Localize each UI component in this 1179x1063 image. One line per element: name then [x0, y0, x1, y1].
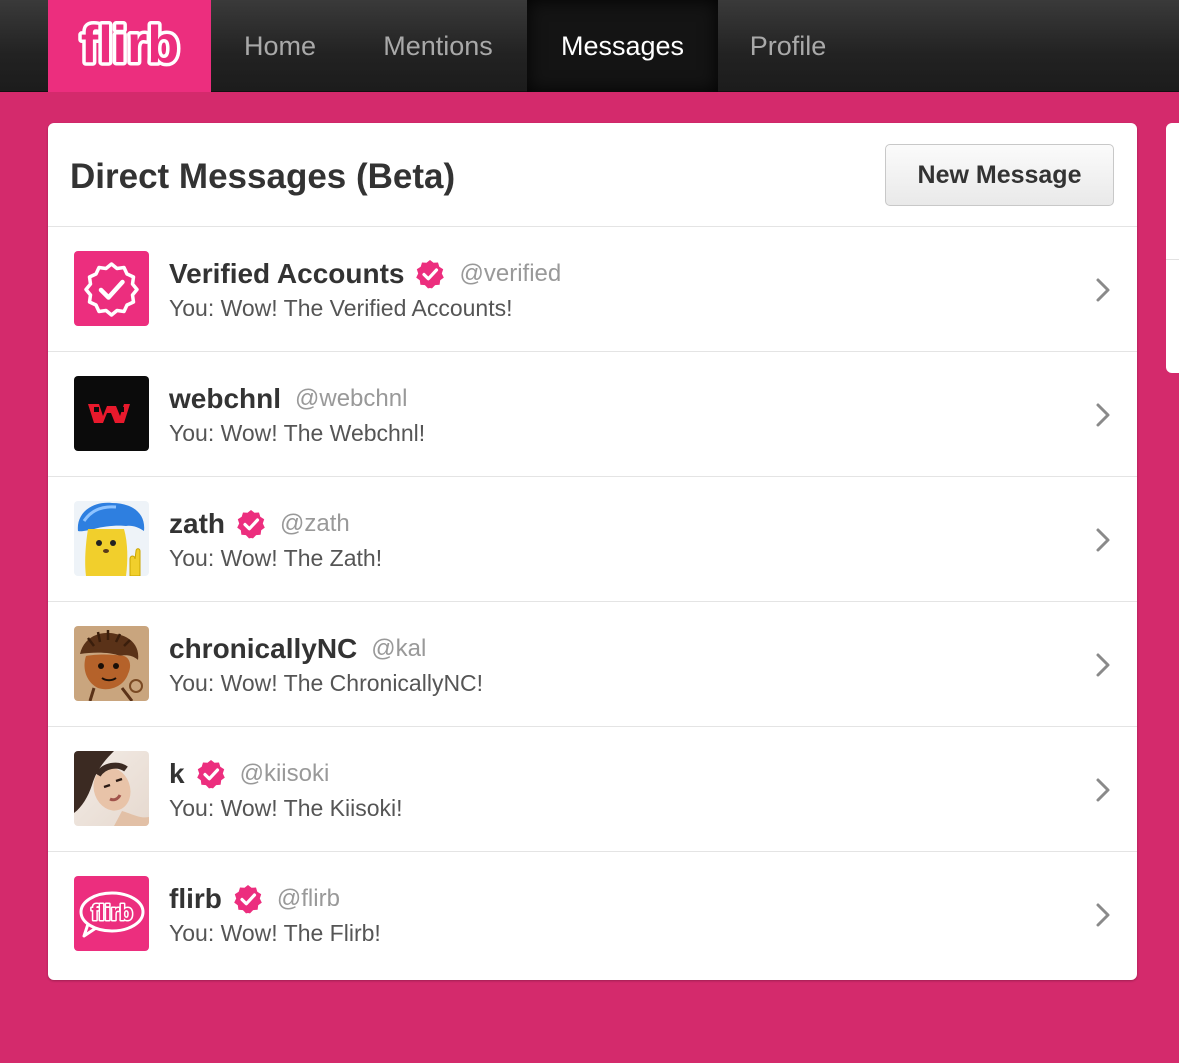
chevron-right-icon — [1096, 278, 1110, 302]
svg-text:flirb: flirb — [91, 900, 133, 925]
name-line: chronicallyNC @kal — [169, 632, 426, 666]
message-preview: You: Wow! The Verified Accounts! — [169, 295, 513, 321]
conversation-handle: @webchnl — [295, 385, 408, 412]
name-line: zath @zath — [169, 507, 350, 541]
verified-badge-icon — [196, 759, 226, 789]
name-line: flirb @flirb — [169, 882, 340, 916]
chevron-right-icon — [1096, 653, 1110, 677]
conversation-name: Verified Accounts — [169, 258, 405, 289]
name-line: Verified Accounts @verified — [169, 257, 561, 291]
avatar — [74, 376, 149, 451]
conversation-row[interactable]: webchnl @webchnl You: Wow! The Webchnl! — [48, 352, 1137, 477]
chevron-right-icon — [1096, 528, 1110, 552]
conversation-row[interactable]: zath @zath You: Wow! The Zath! — [48, 477, 1137, 602]
conversation-handle: @kiisoki — [239, 760, 330, 787]
verified-badge-icon — [233, 884, 263, 914]
message-preview: You: Wow! The Flirb! — [169, 920, 381, 946]
conversation-row[interactable]: Verified Accounts @verified You: Wow! Th… — [48, 227, 1137, 352]
side-panel — [1166, 123, 1179, 373]
avatar: flirb flirb — [74, 876, 149, 951]
conversation-handle: @flirb — [276, 885, 340, 912]
flirb-logo-icon: flirb flirb — [77, 16, 182, 76]
avatar — [74, 751, 149, 826]
direct-messages-panel: Direct Messages (Beta) New Message Verif… — [48, 123, 1137, 980]
svg-text:flirb: flirb — [80, 16, 178, 74]
nav-profile[interactable]: Profile — [718, 0, 858, 92]
conversation-name: chronicallyNC — [169, 633, 358, 664]
new-message-button[interactable]: New Message — [885, 144, 1114, 206]
conversation-handle: @verified — [459, 260, 562, 287]
conversation-row[interactable]: chronicallyNC @kal You: Wow! The Chronic… — [48, 602, 1137, 727]
conversation-row[interactable]: k @kiisoki You: Wow! The Kiisoki! — [48, 727, 1137, 852]
conversation-name: k — [169, 758, 185, 789]
verified-badge-icon — [415, 259, 445, 289]
side-panel-divider — [1166, 259, 1179, 260]
conversation-handle: @kal — [371, 635, 427, 662]
avatar — [74, 501, 149, 576]
top-nav-bar: flirb flirb Home Mentions Messages Profi… — [0, 0, 1179, 92]
chevron-right-icon — [1096, 403, 1110, 427]
flirb-logo[interactable]: flirb flirb — [48, 0, 211, 92]
nav-mentions[interactable]: Mentions — [349, 0, 527, 92]
chevron-right-icon — [1096, 903, 1110, 927]
verified-badge-icon — [236, 509, 266, 539]
avatar — [74, 626, 149, 701]
name-line: webchnl @webchnl — [169, 382, 407, 416]
conversation-name: flirb — [169, 883, 222, 914]
page-title: Direct Messages (Beta) — [70, 157, 456, 196]
panel-header: Direct Messages (Beta) New Message — [48, 123, 1137, 227]
message-preview: You: Wow! The Webchnl! — [169, 420, 426, 446]
conversation-name: webchnl — [169, 383, 282, 414]
message-preview: You: Wow! The ChronicallyNC! — [169, 670, 484, 696]
message-preview: You: Wow! The Kiisoki! — [169, 795, 403, 821]
chevron-right-icon — [1096, 778, 1110, 802]
name-line: k @kiisoki — [169, 757, 329, 791]
nav-messages[interactable]: Messages — [527, 0, 718, 92]
conversation-name: zath — [169, 508, 225, 539]
avatar — [74, 251, 149, 326]
conversation-row[interactable]: flirb flirb flirb @flirb You: Wow! The F… — [48, 852, 1137, 977]
message-preview: You: Wow! The Zath! — [169, 545, 383, 571]
nav-home[interactable]: Home — [211, 0, 349, 92]
conversation-handle: @zath — [280, 510, 350, 537]
